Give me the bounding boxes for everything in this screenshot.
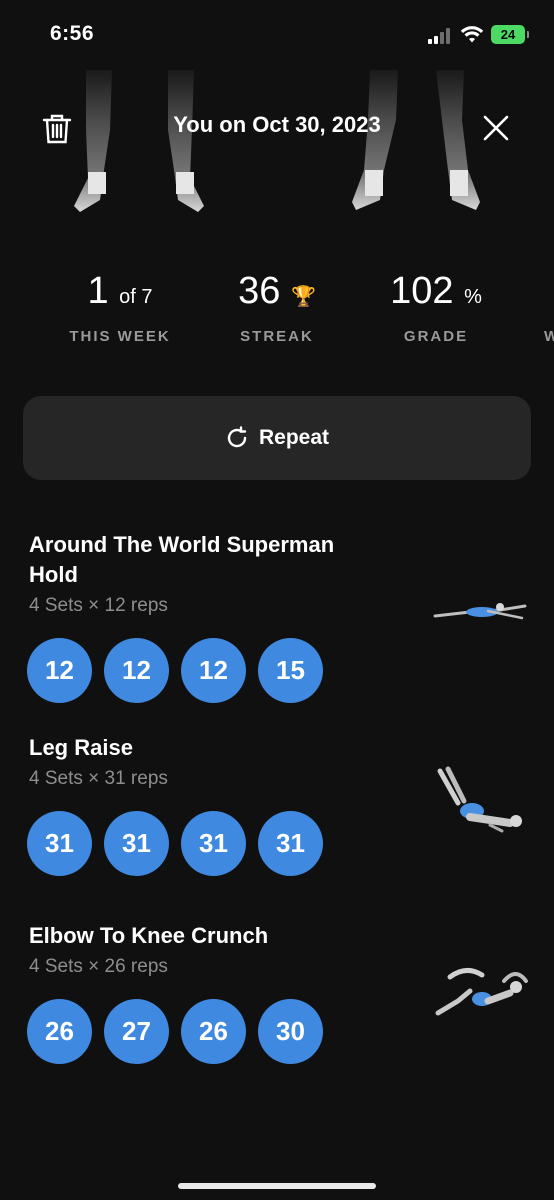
stat-streak: 36 🏆 STREAK [222,268,332,345]
stat-grade: 102 % GRADE [380,268,492,345]
set-reps-button[interactable]: 27 [104,999,169,1064]
header: You on Oct 30, 2023 [0,70,554,230]
exercise-name: Leg Raise [29,735,133,760]
set-reps-button[interactable]: 31 [181,811,246,876]
repeat-button[interactable]: Repeat [23,396,531,480]
home-indicator[interactable] [178,1183,376,1189]
wifi-icon [460,26,484,43]
stat-value: 36 [238,270,281,312]
set-reps-button[interactable]: 12 [27,638,92,703]
status-bar: 6:56 24 [0,0,554,70]
repeat-icon [227,426,247,448]
set-list: 31 31 31 31 [27,811,323,876]
exercise-name: Elbow To Knee Crunch [29,923,269,948]
cellular-signal-icon [428,28,454,44]
stat-label: STREAK [240,328,314,345]
set-reps-button[interactable]: 26 [181,999,246,1064]
stat-label: W [544,328,554,345]
stat-partial: W [544,268,554,345]
set-reps-button[interactable]: 31 [27,811,92,876]
trophy-icon: 🏆 [290,286,316,308]
exercise-illustration[interactable] [430,598,530,628]
exercise-meta: 4 Sets × 12 reps [29,595,168,616]
close-icon[interactable] [480,112,512,144]
exercise-item[interactable]: Elbow To Knee Crunch 4 Sets × 26 reps 26… [0,919,554,1079]
set-reps-button[interactable]: 30 [258,999,323,1064]
set-reps-button[interactable]: 26 [27,999,92,1064]
exercise-illustration[interactable] [430,765,530,837]
exercise-name: Around The World Superman Hold [29,532,335,587]
stat-suffix: of 7 [119,286,153,308]
page-title: You on Oct 30, 2023 [173,112,381,137]
set-reps-button[interactable]: 12 [104,638,169,703]
exercise-item[interactable]: Leg Raise 4 Sets × 31 reps 31 31 31 31 [0,731,554,891]
set-reps-button[interactable]: 12 [181,638,246,703]
exercise-item[interactable]: Around The World Superman Hold 4 Sets × … [0,528,554,708]
set-reps-button[interactable]: 15 [258,638,323,703]
stat-this-week: 1 of 7 THIS WEEK [60,268,180,345]
stat-label: THIS WEEK [69,328,171,345]
stat-value: 102 [390,270,454,312]
stat-value: 1 [87,270,109,312]
set-reps-button[interactable]: 31 [258,811,323,876]
exercise-illustration[interactable] [430,963,530,1019]
repeat-label: Repeat [258,426,330,449]
status-time: 6:56 [50,22,95,45]
set-reps-button[interactable]: 31 [104,811,169,876]
battery-icon: 24 [491,25,529,44]
set-list: 26 27 26 30 [27,999,323,1064]
stat-label: GRADE [403,328,469,345]
stat-suffix: % [464,286,482,308]
exercise-meta: 4 Sets × 31 reps [29,768,168,789]
stats-row: 1 of 7 THIS WEEK 36 🏆 STREAK 102 % GRADE… [0,268,554,358]
muscle-figure-illustration [74,70,480,212]
exercise-meta: 4 Sets × 26 reps [29,956,168,977]
set-list: 12 12 12 15 [27,638,323,703]
